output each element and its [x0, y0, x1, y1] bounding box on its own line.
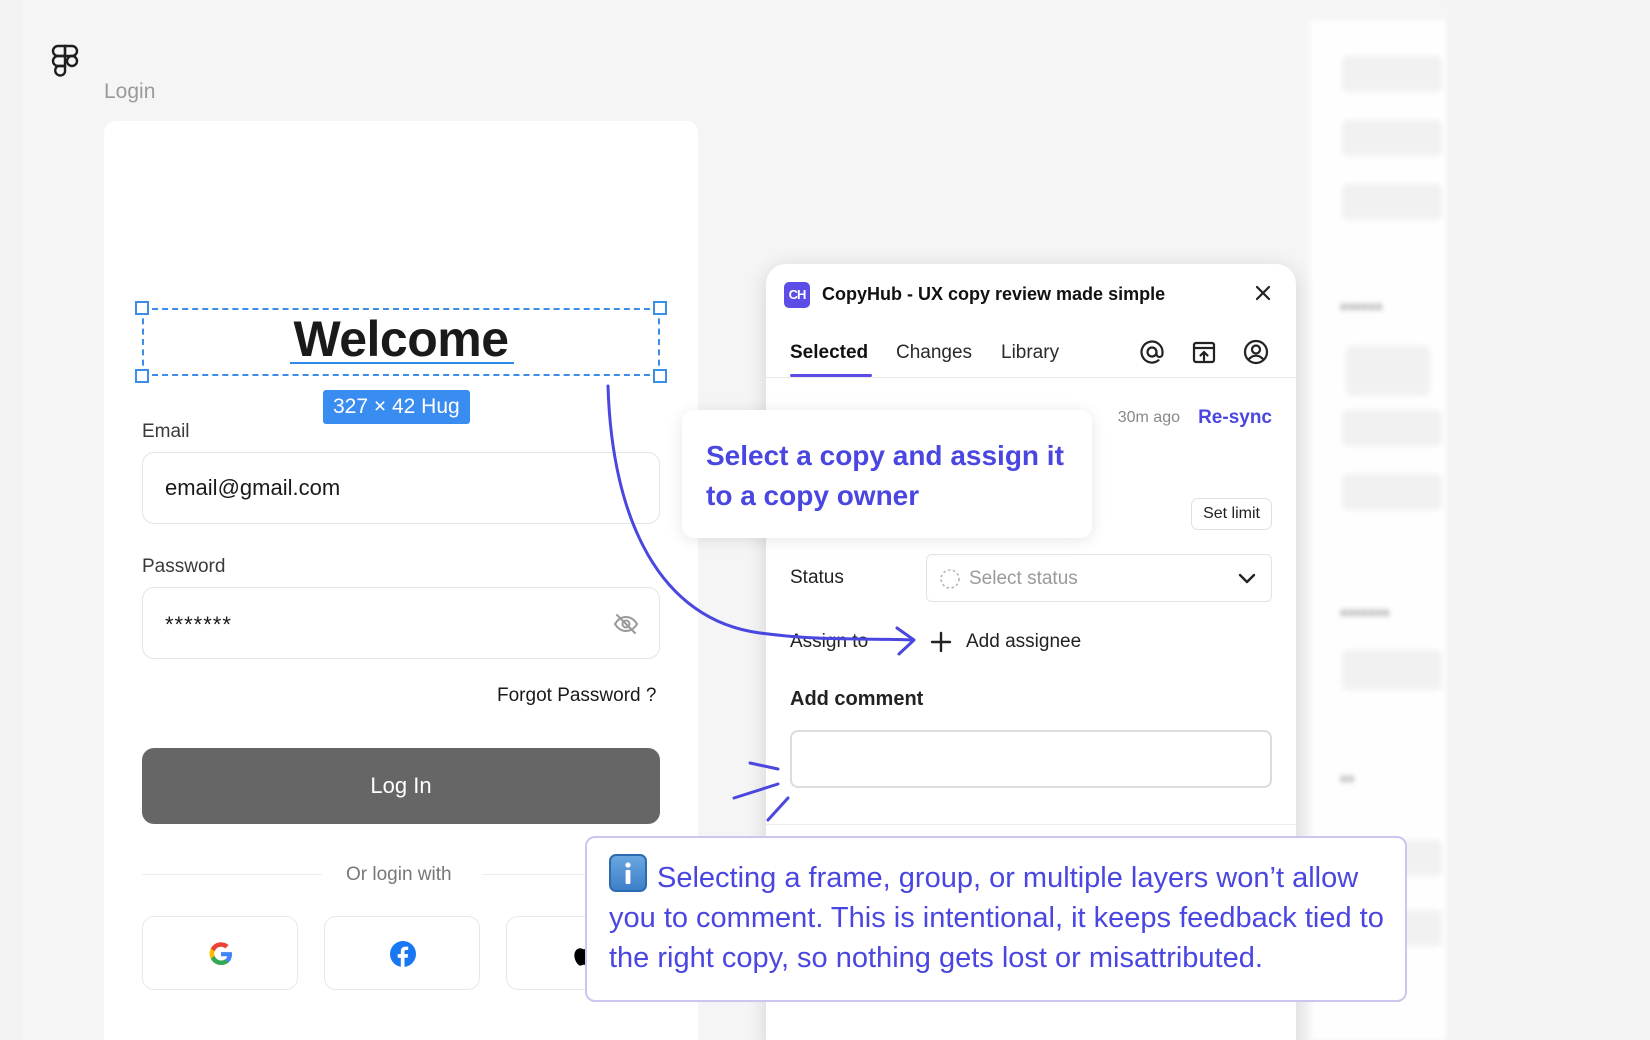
- password-value: *******: [165, 612, 232, 637]
- tab-library[interactable]: Library: [1001, 342, 1059, 364]
- tip-text: Select a copy and assign it to a copy ow…: [706, 440, 1064, 511]
- plugin-divider: [766, 824, 1296, 825]
- plus-icon[interactable]: [930, 631, 952, 653]
- divider-left: [142, 874, 322, 875]
- status-label: Status: [790, 567, 844, 588]
- email-field[interactable]: email@gmail.com: [142, 452, 660, 524]
- eye-off-icon[interactable]: [613, 612, 639, 636]
- status-select[interactable]: Select status: [926, 554, 1272, 602]
- export-icon[interactable]: [1190, 338, 1218, 366]
- tip-callout: Select a copy and assign it to a copy ow…: [682, 410, 1092, 538]
- resync-link[interactable]: Re-sync: [1198, 407, 1272, 429]
- outer-background: [1446, 0, 1650, 1040]
- tab-changes[interactable]: Changes: [896, 342, 972, 364]
- facebook-login-button[interactable]: [324, 916, 480, 990]
- info-callout: Selecting a frame, group, or multiple la…: [585, 836, 1407, 1002]
- status-placeholder: Select status: [969, 568, 1078, 589]
- chevron-down-icon: [1238, 573, 1256, 584]
- add-comment-label: Add comment: [790, 688, 924, 710]
- email-label: Email: [142, 421, 190, 442]
- facebook-icon: [390, 941, 416, 967]
- selection-box[interactable]: [142, 308, 660, 376]
- active-tab-indicator: [790, 374, 872, 377]
- resize-handle-bottom-left[interactable]: [135, 369, 149, 383]
- user-circle-icon[interactable]: [1242, 338, 1270, 366]
- set-limit-button[interactable]: Set limit: [1191, 498, 1272, 530]
- email-value: email@gmail.com: [165, 475, 341, 500]
- google-icon: [209, 942, 232, 965]
- frame-label[interactable]: Login: [104, 80, 155, 104]
- add-assignee-button[interactable]: Add assignee: [966, 631, 1081, 653]
- or-login-label: Or login with: [346, 864, 452, 885]
- password-label: Password: [142, 556, 226, 577]
- resize-handle-bottom-right[interactable]: [653, 369, 667, 383]
- sync-time: 30m ago: [1117, 409, 1180, 426]
- comment-input[interactable]: [790, 730, 1272, 788]
- google-login-button[interactable]: [142, 916, 298, 990]
- resize-handle-top-left[interactable]: [135, 301, 149, 315]
- resize-handle-top-right[interactable]: [653, 301, 667, 315]
- close-icon[interactable]: [1252, 282, 1274, 304]
- tab-selected[interactable]: Selected: [790, 342, 868, 364]
- plugin-header: CH CopyHub - UX copy review made simple: [766, 264, 1296, 324]
- figma-logo-icon[interactable]: [50, 44, 80, 84]
- info-text: Selecting a frame, group, or multiple la…: [609, 862, 1384, 974]
- at-sign-icon[interactable]: [1138, 338, 1166, 366]
- copyhub-logo-icon: CH: [784, 282, 810, 308]
- plugin-tabs: Selected Changes Library: [766, 324, 1296, 378]
- forgot-password-link[interactable]: Forgot Password ?: [497, 685, 656, 707]
- login-button[interactable]: Log In: [142, 748, 660, 824]
- dimension-badge: 327 × 42 Hug: [323, 390, 470, 424]
- password-field[interactable]: *******: [142, 587, 660, 659]
- status-placeholder-icon: [940, 569, 960, 589]
- plugin-title: CopyHub - UX copy review made simple: [822, 284, 1166, 304]
- assign-label: Assign to: [790, 631, 869, 652]
